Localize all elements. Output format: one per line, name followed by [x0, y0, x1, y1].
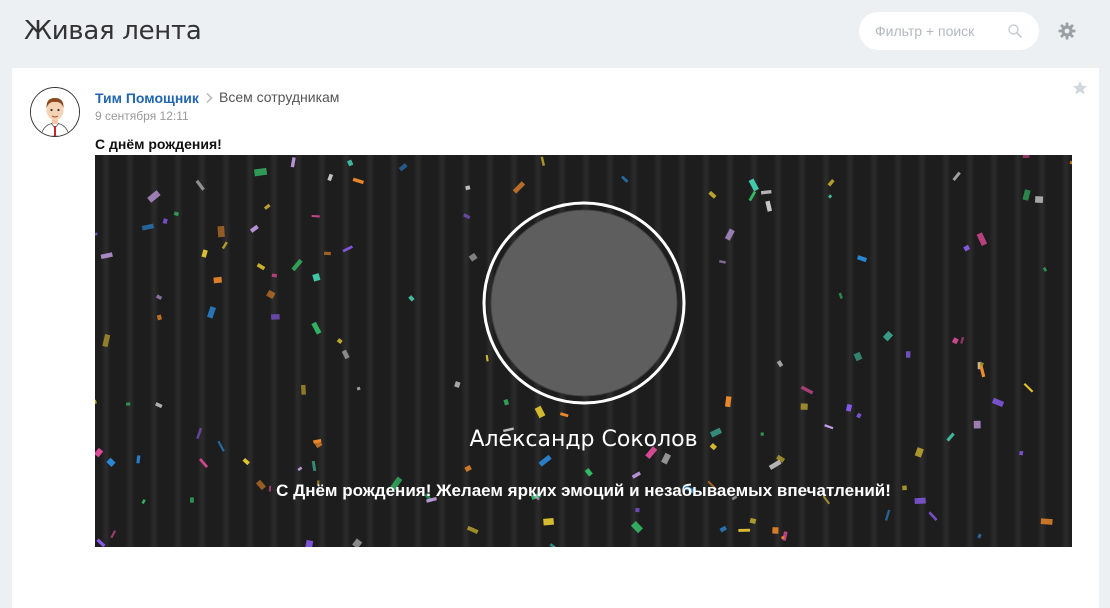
- portrait-placeholder: [490, 209, 678, 397]
- avatar[interactable]: [30, 87, 80, 137]
- gear-icon[interactable]: [1057, 21, 1077, 41]
- assistant-avatar-image: [31, 88, 79, 136]
- search-icon[interactable]: [1007, 23, 1023, 39]
- post-title: С днём рождения!: [95, 136, 222, 152]
- page-title: Живая лента: [24, 16, 202, 46]
- star-icon[interactable]: [1072, 80, 1088, 96]
- birthday-person-name: Александр Соколов: [469, 427, 698, 452]
- feed-post: Тим Помощник Всем сотрудникам 9 сентября…: [12, 68, 1099, 608]
- recipients-link[interactable]: Всем сотрудникам: [219, 89, 339, 105]
- search-box[interactable]: [859, 12, 1039, 50]
- birthday-message: С Днём рождения! Желаем ярких эмоций и н…: [276, 481, 891, 500]
- search-input[interactable]: [859, 12, 1015, 50]
- birthday-banner[interactable]: Александр Соколов С Днём рождения! Желае…: [95, 155, 1072, 547]
- author-link[interactable]: Тим Помощник: [95, 90, 199, 106]
- post-date[interactable]: 9 сентября 12:11: [95, 109, 189, 123]
- chevron-right-icon: [206, 93, 213, 103]
